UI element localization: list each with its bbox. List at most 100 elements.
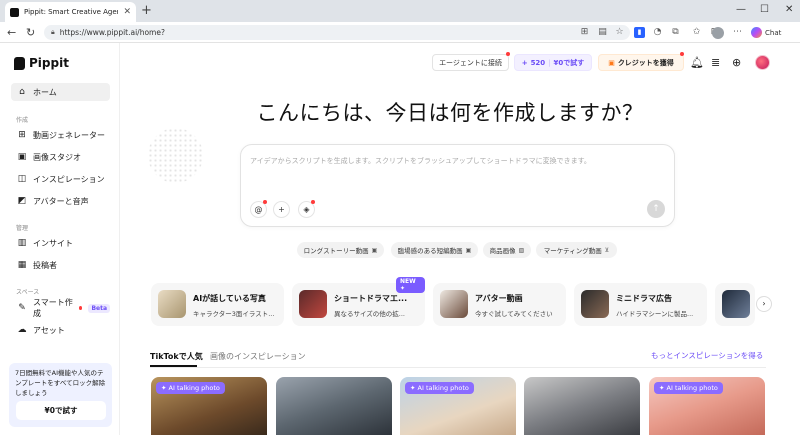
video-icon: ▣ [371,246,378,254]
sidebar-item-label: 画像スタジオ [33,152,81,162]
trial-promo-card: 7日間無料でAI機能や人気のテンプレートをすべてロック解除しましょう ¥0で試す [9,363,112,427]
feature-title: ミニドラマ広告 [616,294,672,303]
settings-notification-dot [311,200,315,204]
chip-label: ロングストーリー動画 [303,247,369,255]
calendar-icon: ▦ [17,260,27,270]
chip-label: マーケティング動画 [543,247,602,255]
sidebar-item-label: ホーム [33,87,57,97]
maximize-button[interactable]: ☐ [760,4,769,15]
feature-card-mini-drama-ad[interactable]: ミニドラマ広告 ハイドラマシーンに製品... [574,283,707,326]
browser-tab[interactable]: Pippit: Smart Creative Agent for Si ✕ [5,2,136,22]
extensions-icon[interactable]: ⧉ [670,27,681,38]
user-avatar[interactable] [755,55,770,70]
sidebar-item-publisher[interactable]: ▦ 投稿者 [11,256,110,274]
extension-icon[interactable]: ▮ [634,27,645,38]
close-tab-icon[interactable]: ✕ [123,7,131,17]
agent-connect-button[interactable]: エージェントに接続 [432,54,509,71]
close-window-button[interactable]: ✕ [785,4,793,15]
favorites-icon[interactable]: ✩ [691,27,702,38]
chip-marketing-video[interactable]: マーケティング動画 ⊻ [536,242,617,258]
feature-thumbnail [722,290,750,318]
gallery-card[interactable]: ✦ AI talking photo [649,377,765,435]
copilot-chat-button[interactable]: Chat [751,25,787,40]
ai-talking-photo-badge: ✦ AI talking photo [405,382,474,394]
logo-text: Pippit [29,56,69,70]
add-button[interactable]: + [273,201,290,218]
feature-title: AIが話している写真 [193,294,266,303]
browser-tab-strip: Pippit: Smart Creative Agent for Si ✕ + … [0,0,800,22]
gallery-card[interactable]: ✦ AI talking photo [400,377,516,435]
favorite-star-icon[interactable]: ☆ [614,27,625,38]
sidebar-item-video-generator[interactable]: ⊞ 動画ジェネレーター [11,126,110,144]
plus-icon: + [521,58,528,67]
feature-card-avatar-video[interactable]: アバター動画 今すぐ試してみてください [433,283,566,326]
gallery-card[interactable] [276,377,392,435]
sidebar-item-avatar-voice[interactable]: ◩ アバターと音声 [11,192,110,210]
chip-product-image[interactable]: 商品画像 ▧ [483,242,531,258]
at-icon: @ [254,205,263,214]
agent-connect-label: エージェントに接続 [439,58,502,67]
tab-image-inspiration[interactable]: 画像のインスピレーション [210,351,306,362]
shield-icon[interactable]: ◔ [652,27,663,38]
sidebar-item-label: インスピレーション [33,174,105,184]
feature-card-short-drama[interactable]: ショートドラマエ... 異なるサイズの他の拡... NEW ✦ [292,277,425,326]
credits-try-label: ¥0で試す [553,58,585,67]
downloads-icon[interactable]: ⋯ [732,27,743,38]
sidebar-item-label: 動画ジェネレーター [33,130,105,140]
mention-notification-dot [263,200,267,204]
refresh-icon[interactable]: ↻ [26,26,35,39]
feature-thumbnail [158,290,186,318]
sidebar-item-label: アセット [33,325,65,335]
sidebar-item-home[interactable]: ⌂ ホーム [11,83,110,101]
settings-button[interactable]: ◈ [298,200,315,218]
feature-thumbnail [581,290,609,318]
pippit-logo[interactable]: Pippit [14,56,69,70]
gallery-card[interactable]: ✦ AI talking photo [151,377,267,435]
send-button[interactable]: ↑ [647,200,665,218]
inspiration-icon: ◫ [17,174,27,184]
inbox-icon[interactable]: ≣ [711,56,720,69]
feature-title: ショートドラマエ... [334,294,408,303]
beta-badge: Beta [88,303,110,313]
notification-dot [79,306,83,310]
feature-subtitle: 異なるサイズの他の拡... [334,310,406,318]
sidebar-item-smart-create[interactable]: ✎ スマート作成 Beta [11,298,110,318]
bell-icon[interactable]: 🔔︎ [690,56,704,69]
grid-icon[interactable]: ⊞ [579,27,590,38]
gift-icon: ▣ [608,58,615,67]
sidebar-item-image-studio[interactable]: ▣ 画像スタジオ [11,148,110,166]
sidebar-item-inspiration[interactable]: ◫ インスピレーション [11,170,110,188]
more-inspiration-link[interactable]: もっとインスピレーションを得る [651,350,763,361]
url-field[interactable]: 🔒︎ https://www.pippit.ai/home? [44,25,630,40]
chat-label: Chat [765,28,782,37]
try-free-button[interactable]: ¥0で試す [16,401,106,420]
sidebar-item-assets[interactable]: ☁ アセット [11,321,110,339]
pippit-favicon-icon [10,7,19,17]
copilot-icon [751,27,762,38]
earn-credits-button[interactable]: ▣ クレジットを獲得 [598,54,684,71]
minimize-button[interactable]: — [736,4,746,15]
chip-long-story-video[interactable]: ロングストーリー動画 ▣ [297,242,384,258]
promo-text: 7日間無料でAI機能や人気のテンプレートをすべてロック解除しましょう [15,369,106,397]
feature-card-partial[interactable] [715,283,755,326]
ai-talking-photo-badge: ✦ AI talking photo [156,382,225,394]
mention-button[interactable]: @ [250,200,267,218]
profile-avatar-icon[interactable] [712,27,724,39]
back-icon[interactable]: ← [7,26,16,39]
tab-tiktok-popular[interactable]: TikTokで人気 [150,351,203,362]
divider: | [548,58,551,67]
prompt-input-box[interactable]: アイデアからスクリプトを生成します。スクリプトをブラッシュアップしてショートドラ… [240,144,675,227]
sidebar-item-insights[interactable]: ▥ インサイト [11,234,110,252]
language-globe-icon[interactable]: ⊕ [732,56,741,69]
sidebar-item-label: インサイト [33,238,73,248]
pippit-logo-icon [14,56,25,70]
feature-subtitle: 今すぐ試してみてください [475,310,553,318]
new-badge: NEW ✦ [396,277,425,293]
gallery-card[interactable] [524,377,640,435]
carousel-next-button[interactable]: › [756,296,772,312]
chip-immersive-short-video[interactable]: 臨場感のある短編動画 ▣ [391,242,478,258]
reader-icon[interactable]: ▤ [597,27,608,38]
credits-button[interactable]: + 520 | ¥0で試す [514,54,592,71]
new-tab-button[interactable]: + [141,3,152,18]
feature-card-ai-talking-photo[interactable]: AIが話している写真 キャラクター3面イラスト... [151,283,284,326]
